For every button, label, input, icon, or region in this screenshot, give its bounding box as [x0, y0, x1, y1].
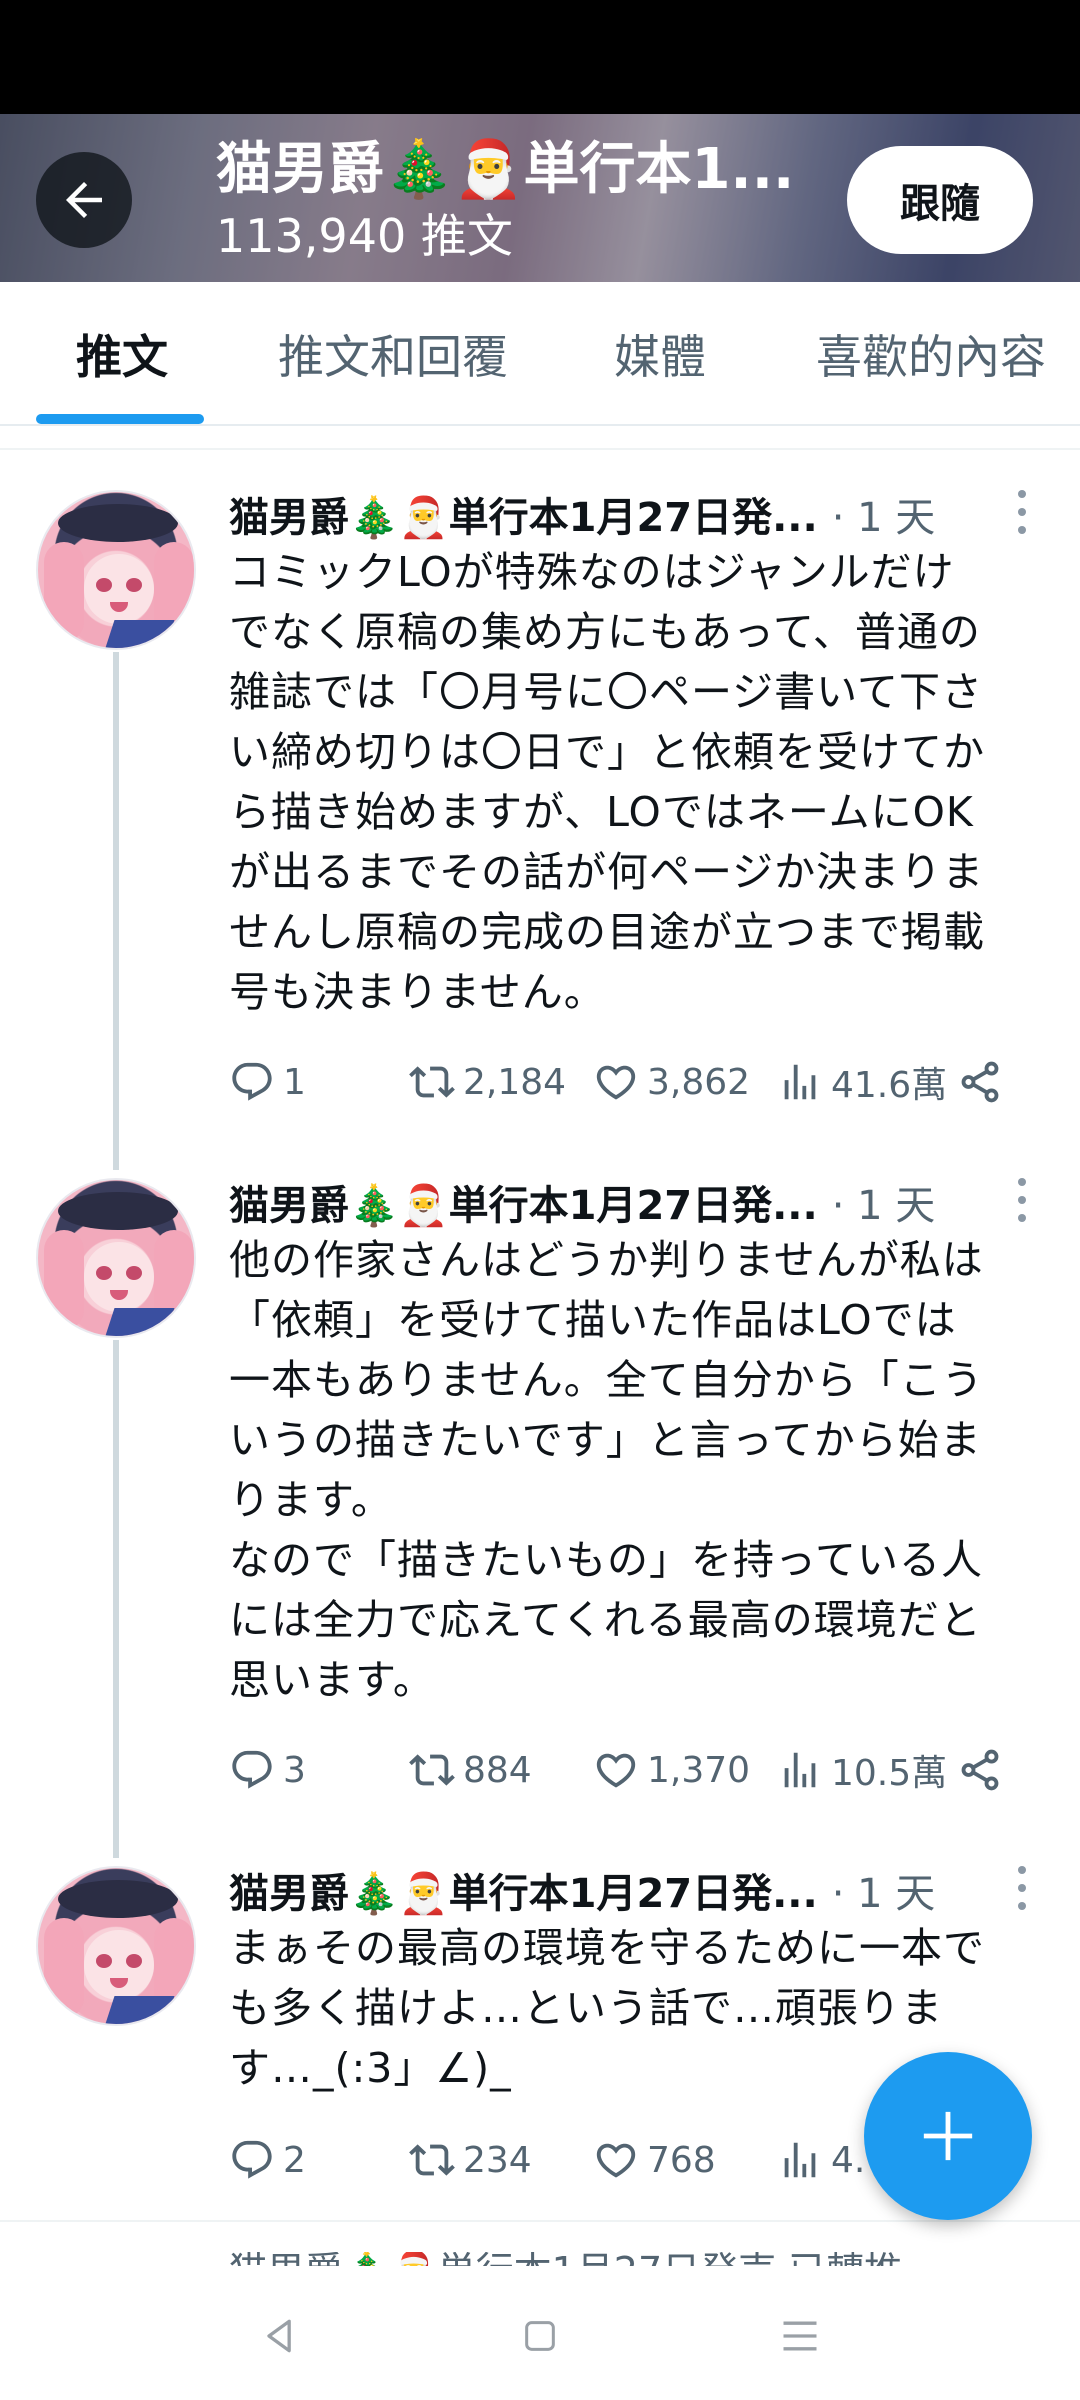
compose-button[interactable] [864, 2052, 1032, 2220]
plus-icon [923, 2111, 973, 2161]
views-chart-icon [784, 1752, 816, 1788]
menu-recents-icon [783, 2321, 817, 2351]
back-button[interactable] [36, 152, 132, 248]
active-tab-indicator [36, 414, 204, 424]
retweet-icon [409, 2144, 455, 2176]
tab-posts[interactable]: 推文 [76, 282, 168, 426]
arrow-left-icon [66, 182, 102, 218]
profile-header: 猫男爵🎄🎅単行本1... 113,940 推文 跟隨 [0, 114, 1080, 282]
profile-title: 猫男爵🎄🎅単行本1... [216, 137, 795, 202]
like-count: 1,370 [647, 1749, 751, 1791]
tweet-header: 猫男爵🎄🎅単行本1月27日発... · 1 天 [229, 1862, 935, 1918]
follow-button[interactable]: 跟隨 [847, 146, 1033, 254]
share-button[interactable] [957, 1052, 1011, 1112]
heart-icon [596, 2143, 636, 2178]
tab-media[interactable]: 媒體 [614, 282, 706, 426]
author-name[interactable]: 猫男爵🎄🎅単行本1月27日発... [229, 1173, 818, 1231]
views-button[interactable]: 10.5萬 [777, 1740, 947, 1800]
like-count: 3,862 [647, 1061, 751, 1103]
reply-count: 3 [283, 1749, 306, 1791]
tweet-time[interactable]: · 1 天 [832, 1173, 936, 1231]
share-icon [961, 1061, 999, 1103]
profile-tabs: 推文 推文和回覆 媒體 喜歡的內容 [0, 282, 1080, 426]
square-home-icon [525, 2321, 555, 2351]
like-button[interactable]: 3,862 [593, 1052, 750, 1112]
author-name[interactable]: 猫男爵🎄🎅単行本1月27日発... [229, 1861, 818, 1919]
tweet-header: 猫男爵🎄🎅単行本1月27日発... · 1 天 [229, 1174, 935, 1230]
share-icon [961, 1749, 999, 1791]
heart-icon [596, 1753, 636, 1788]
reply-icon [232, 2140, 272, 2179]
views-count: 4. [831, 2139, 866, 2181]
views-chart-icon [784, 1064, 816, 1100]
tweet-actions: 3 884 1,370 10.5萬 [229, 1740, 1049, 1800]
share-button[interactable] [957, 1740, 1011, 1800]
tweet-time[interactable]: · 1 天 [832, 1861, 936, 1919]
views-count: 10.5萬 [831, 1753, 948, 1794]
retweet-button[interactable]: 2,184 [409, 1052, 566, 1112]
divider [0, 2220, 1080, 2222]
retweet-button[interactable]: 234 [409, 2130, 532, 2190]
views-button[interactable]: 41.6萬 [777, 1052, 947, 1112]
reply-button[interactable]: 1 [229, 1052, 306, 1112]
retweet-button[interactable]: 884 [409, 1740, 532, 1800]
tweet-header: 猫男爵🎄🎅単行本1月27日発... · 1 天 [229, 486, 935, 542]
more-options-icon[interactable] [1012, 1866, 1032, 1910]
tweet-text: 他の作家さんはどうか判りませんが私は 「依頼」を受けて描いた作品はLOでは 一本… [229, 1236, 984, 1704]
retweet-count: 884 [463, 1749, 532, 1791]
triangle-back-icon [267, 2319, 291, 2353]
thread-line [113, 652, 119, 1170]
retweet-count: 2,184 [463, 1061, 567, 1103]
like-count: 768 [647, 2139, 716, 2181]
tweet-time[interactable]: · 1 天 [832, 485, 936, 543]
reply-button[interactable]: 2 [229, 2130, 306, 2190]
post-count: 113,940 推文 [216, 209, 513, 263]
divider [0, 448, 1080, 450]
views-button[interactable]: 4. [777, 2130, 865, 2190]
heart-icon [596, 1065, 636, 1100]
tweet-actions: 1 2,184 3,862 41.6萬 [229, 1052, 1049, 1112]
tweet-text: コミックLOが特殊なのはジャンルだけ でなく原稿の集め方にもあって、普通の 雑誌… [229, 548, 985, 1016]
avatar[interactable] [36, 490, 196, 650]
views-chart-icon [784, 2142, 816, 2178]
views-count: 41.6萬 [831, 1065, 948, 1106]
tab-replies[interactable]: 推文和回覆 [278, 282, 508, 426]
retweet-count: 234 [463, 2139, 532, 2181]
reply-count: 1 [283, 1061, 306, 1103]
like-button[interactable]: 1,370 [593, 1740, 750, 1800]
nav-home-button[interactable] [500, 2296, 580, 2376]
thread-line [113, 1340, 119, 1858]
tab-likes[interactable]: 喜歡的內容 [816, 282, 1046, 426]
nav-back-button[interactable] [240, 2296, 320, 2376]
author-name[interactable]: 猫男爵🎄🎅単行本1月27日発... [229, 485, 818, 543]
avatar[interactable] [36, 1866, 196, 2026]
reply-count: 2 [283, 2139, 306, 2181]
system-nav-bar [0, 2266, 1080, 2400]
reply-icon [232, 1062, 272, 1101]
more-options-icon[interactable] [1012, 490, 1032, 534]
nav-recents-button[interactable] [760, 2296, 840, 2376]
avatar[interactable] [36, 1178, 196, 1338]
more-options-icon[interactable] [1012, 1178, 1032, 1222]
reply-icon [232, 1750, 272, 1789]
status-bar [0, 0, 1080, 114]
retweet-icon [409, 1066, 455, 1098]
like-button[interactable]: 768 [593, 2130, 716, 2190]
reply-button[interactable]: 3 [229, 1740, 306, 1800]
retweet-icon [409, 1754, 455, 1786]
